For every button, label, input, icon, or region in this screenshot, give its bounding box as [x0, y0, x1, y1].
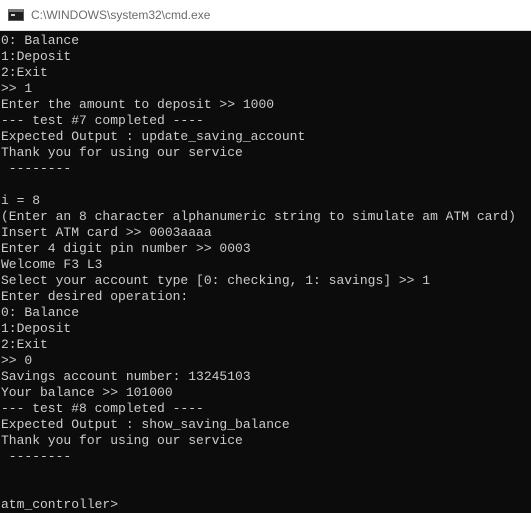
console-line: 1:Deposit — [1, 49, 72, 64]
console-line: Savings account number: 13245103 — [1, 369, 251, 384]
console-output[interactable]: 0: Balance 1:Deposit 2:Exit >> 1 Enter t… — [0, 31, 531, 513]
console-line: Thank you for using our service — [1, 145, 243, 160]
console-line: Expected Output : update_saving_account — [1, 129, 306, 144]
command-prompt[interactable]: atm_controller> — [1, 497, 118, 513]
console-line: 2:Exit — [1, 337, 48, 352]
console-line: >> 0 — [1, 353, 33, 368]
console-line: i = 8 — [1, 193, 41, 208]
console-line: Insert ATM card >> 0003aaaa — [1, 225, 212, 240]
cmd-icon — [8, 9, 24, 21]
cmd-window: C:\WINDOWS\system32\cmd.exe 0: Balance 1… — [0, 0, 531, 513]
console-line: 2:Exit — [1, 65, 48, 80]
console-line: --- test #7 completed ---- — [1, 113, 204, 128]
console-line: -------- — [1, 449, 72, 464]
console-line: Enter 4 digit pin number >> 0003 — [1, 241, 251, 256]
console-line: Enter the amount to deposit >> 1000 — [1, 97, 275, 112]
console-line: Select your account type [0: checking, 1… — [1, 273, 431, 288]
console-line: -------- — [1, 161, 72, 176]
console-line: --- test #8 completed ---- — [1, 401, 204, 416]
title-bar[interactable]: C:\WINDOWS\system32\cmd.exe — [0, 0, 531, 31]
console-line: Thank you for using our service — [1, 433, 243, 448]
console-line: 1:Deposit — [1, 321, 72, 336]
window-title: C:\WINDOWS\system32\cmd.exe — [31, 8, 211, 22]
console-line: (Enter an 8 character alphanumeric strin… — [1, 209, 516, 224]
console-line: Your balance >> 101000 — [1, 385, 173, 400]
console-line: Enter desired operation: — [1, 289, 189, 304]
console-line: 0: Balance — [1, 305, 80, 320]
console-line: 0: Balance — [1, 33, 80, 48]
console-line: Welcome F3 L3 — [1, 257, 103, 272]
console-line: Expected Output : show_saving_balance — [1, 417, 290, 432]
console-line: >> 1 — [1, 81, 33, 96]
